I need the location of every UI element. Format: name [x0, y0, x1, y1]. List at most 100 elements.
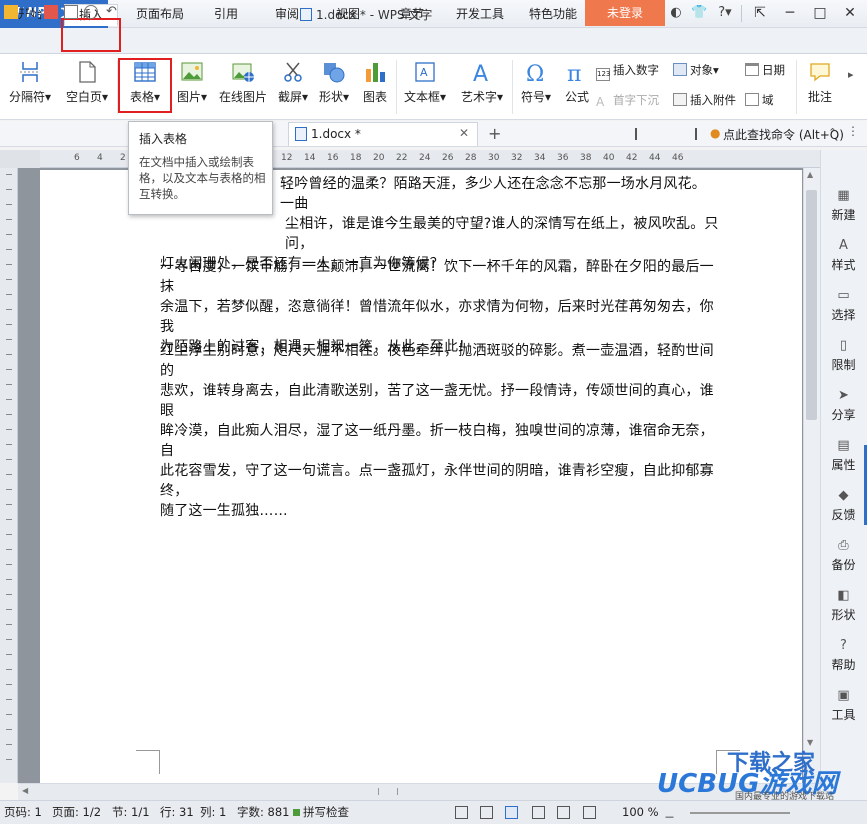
ruler-number: 42: [626, 153, 638, 163]
fullscreen-icon[interactable]: [480, 806, 493, 819]
page-break-button[interactable]: 分隔符▾: [4, 58, 56, 105]
outline-view-icon[interactable]: [532, 806, 545, 819]
wordart-button[interactable]: A 艺术字▾: [454, 58, 510, 105]
close-button[interactable]: ✕: [835, 0, 865, 27]
document-line: 此花容雪发，守了这一句谎言。点一盏孤灯，永伴世间的阴暗，谁青衫空瘦，自此抑郁寡终…: [160, 463, 714, 499]
document-tab[interactable]: 1.docx * ✕: [288, 122, 478, 146]
new-tab-icon[interactable]: +: [488, 124, 501, 143]
zoom-level[interactable]: 100 %: [622, 801, 659, 824]
field-button[interactable]: 域: [745, 92, 774, 108]
ruler-tick: [6, 759, 12, 760]
sidebar-item-shapes[interactable]: ◧ 形状: [820, 588, 867, 623]
insert-attachment-button[interactable]: 插入附件: [673, 92, 736, 108]
print-icon[interactable]: [64, 5, 78, 19]
spell-check-button[interactable]: 拼写检查: [303, 801, 349, 824]
sidebar-item-share[interactable]: ➤ 分享: [820, 388, 867, 423]
sidebar-item-tools[interactable]: ▣ 工具: [820, 688, 867, 723]
ruler-tick: [6, 669, 12, 670]
login-button[interactable]: 未登录: [585, 0, 665, 26]
picture-button[interactable]: 图片▾: [172, 58, 212, 105]
svg-text:Ω: Ω: [526, 62, 544, 84]
blank-page-button[interactable]: 空白页▾: [60, 58, 114, 105]
document-line: 余温下，若梦似醒，恣意徜徉！曾惜流年似水，亦求情为何物，后来时光荏苒匆匆去，你我: [160, 299, 714, 335]
sidebar-item-select[interactable]: ▭ 选择: [820, 288, 867, 323]
ruler-number: 16: [327, 153, 339, 163]
sidebar-item-help[interactable]: ? 帮助: [820, 638, 867, 673]
scrollbar-thumb[interactable]: [806, 190, 817, 420]
ruler-number: 26: [442, 153, 454, 163]
tab-developer[interactable]: 开发工具: [448, 4, 512, 26]
read-view-icon[interactable]: [583, 806, 596, 819]
shapes-icon: [322, 60, 346, 84]
ruler-number: 46: [672, 153, 684, 163]
properties-icon: ▤: [837, 438, 850, 453]
textbox-button[interactable]: A 文本框▾: [400, 58, 450, 105]
tab-view[interactable]: 视图: [326, 4, 370, 26]
help-icon[interactable]: ?▾: [714, 5, 736, 21]
object-icon: [673, 63, 687, 76]
search-command[interactable]: 点此查找命令 (Alt+Q): [723, 126, 844, 143]
tab-references[interactable]: 引用: [204, 4, 248, 26]
print-preview-icon[interactable]: [84, 5, 98, 19]
symbol-button[interactable]: Ω 符号▾: [515, 58, 557, 105]
shirt-icon[interactable]: 👕: [691, 5, 707, 21]
ruler-number: 6: [74, 153, 80, 163]
skin-icon[interactable]: ◐: [668, 5, 684, 21]
web-view-icon[interactable]: [557, 806, 570, 819]
close-tab-icon[interactable]: ✕: [459, 126, 469, 140]
ruler-number: 24: [419, 153, 431, 163]
scroll-left-icon[interactable]: ◀: [22, 786, 28, 795]
ruler-tick: [6, 384, 12, 385]
tab-special-features[interactable]: 特色功能: [521, 4, 585, 26]
sidebar-item-backup[interactable]: ⎙ 备份: [820, 538, 867, 573]
collapse-icon[interactable]: ⌃: [828, 126, 837, 139]
scroll-up-icon[interactable]: ▲: [807, 170, 813, 179]
status-page[interactable]: 页面: 1/2: [52, 801, 101, 824]
chart-button[interactable]: 图表: [358, 58, 392, 105]
zoom-slider[interactable]: [690, 812, 790, 814]
sidebar-item-style[interactable]: A 样式: [820, 238, 867, 273]
ruler-number: 2: [120, 153, 126, 163]
export-pdf-icon[interactable]: [44, 5, 58, 19]
page-view-icon[interactable]: [505, 806, 518, 819]
open-folder-icon[interactable]: [4, 5, 18, 19]
insert-number-button[interactable]: 123 插入数字: [596, 62, 659, 81]
shapes-button[interactable]: 形状▾: [314, 58, 354, 105]
save-icon[interactable]: [24, 5, 38, 19]
calendar-icon: [745, 63, 759, 76]
more-icon[interactable]: ⋮: [847, 124, 859, 138]
status-page-code[interactable]: 页码: 1: [4, 801, 42, 824]
drop-cap-button[interactable]: A 首字下沉: [596, 92, 659, 109]
sidebar-item-properties[interactable]: ▤ 属性: [820, 438, 867, 473]
ribbon-scroll-right-icon[interactable]: ▸: [848, 68, 854, 81]
view-buttons[interactable]: [635, 128, 697, 140]
view-mode-icon[interactable]: [455, 806, 468, 819]
document-paragraph[interactable]: 红尘浮生别时意，咫尺天涯不相往。夜色牵绊，抛洒斑驳的碎影。煮一壶温酒，轻酌世间的…: [160, 341, 720, 521]
tab-review[interactable]: 审阅: [265, 4, 309, 26]
screenshot-button[interactable]: 截屏▾: [274, 58, 312, 105]
undo-icon[interactable]: ↶: [106, 4, 120, 19]
status-row: 行: 31: [160, 805, 194, 819]
minimize-button[interactable]: ─: [775, 0, 805, 27]
comment-button[interactable]: 批注: [800, 58, 840, 105]
maximize-button[interactable]: □: [805, 0, 835, 27]
status-word-count[interactable]: 字数: 881: [237, 801, 289, 824]
sidebar-item-restrict[interactable]: ▯ 限制: [820, 338, 867, 373]
scroll-down-icon[interactable]: ▼: [807, 738, 813, 747]
tab-section[interactable]: 章节: [390, 4, 434, 26]
watermark-graphic: 下载之家 UCBUG游戏网 国内最专业的游戏下载站: [657, 750, 841, 802]
formula-button[interactable]: π 公式: [560, 58, 594, 105]
sidebar-item-new[interactable]: ▦ 新建: [820, 188, 867, 223]
scrollbar-thumb[interactable]: [378, 788, 398, 795]
date-button[interactable]: 日期: [745, 62, 785, 78]
online-picture-button[interactable]: 在线图片: [214, 58, 272, 105]
sidebar-item-feedback[interactable]: ◆ 反馈: [820, 488, 867, 523]
vertical-scrollbar[interactable]: ▲ ▼: [803, 168, 820, 783]
tab-page-layout[interactable]: 页面布局: [128, 4, 192, 26]
zoom-out-icon[interactable]: －: [664, 806, 675, 824]
field-icon: [745, 93, 759, 106]
object-button[interactable]: 对象▾: [673, 62, 719, 78]
document-line: 一寻百度，一饮千觞，一生颠沛，一世流离！饮下一杯千年的风霜，醉卧在夕阳的最后一抹: [160, 259, 714, 295]
restore-mode-icon[interactable]: ⇱: [745, 0, 775, 27]
vertical-ruler[interactable]: [0, 168, 18, 783]
